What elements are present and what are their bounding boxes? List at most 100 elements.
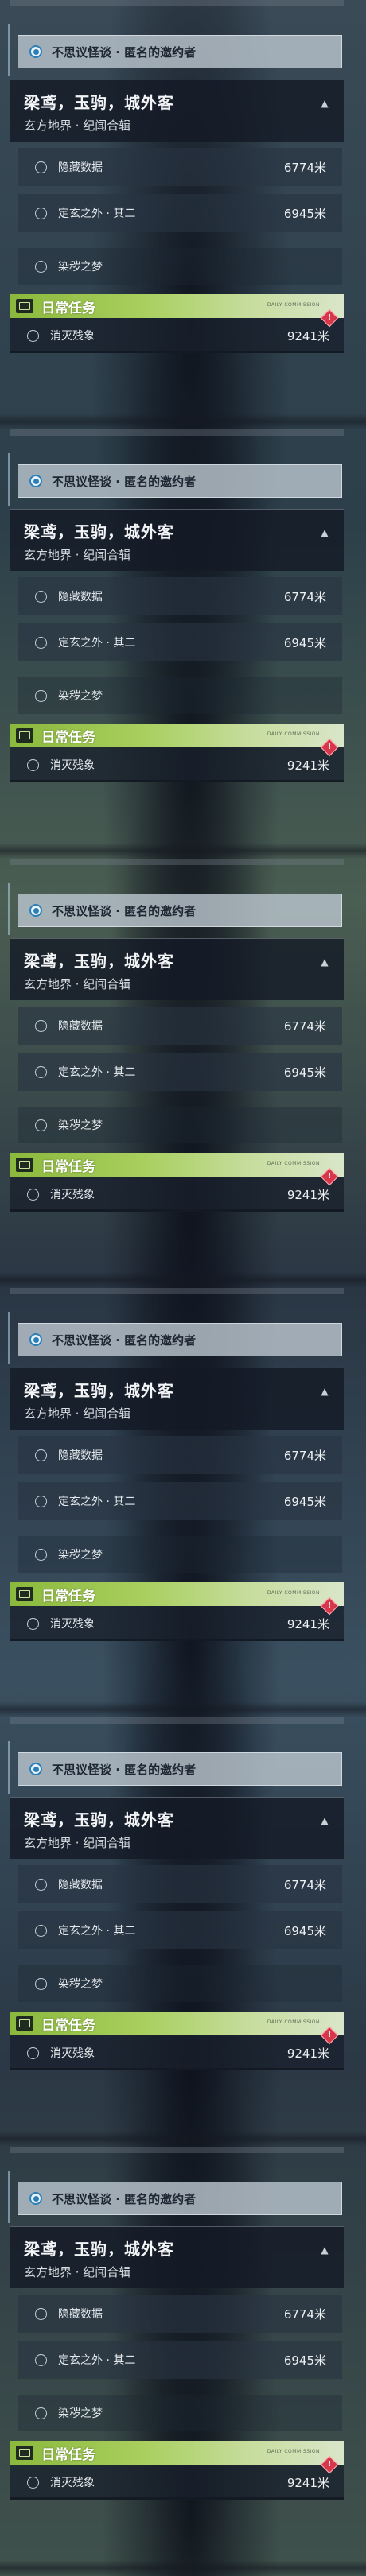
selected-quest-label: 不思议怪谈 · 匿名的邀约者 — [52, 1333, 197, 1348]
radio-empty-icon — [35, 1977, 47, 1990]
selected-quest-label: 不思议怪谈 · 匿名的邀约者 — [52, 474, 197, 489]
subquest-distance: 6945米 — [283, 1065, 326, 1080]
row-divider — [10, 2497, 344, 2500]
subquest-label: 隐藏数据 — [58, 161, 103, 174]
selected-quest-label: 不思议怪谈 · 匿名的邀约者 — [52, 2191, 197, 2206]
subquest-distance: 6774米 — [283, 160, 326, 175]
subquest-row[interactable]: 隐藏数据 6774米 — [18, 577, 342, 615]
daily-commission-header[interactable]: 日常任务 DAILY COMMISSION — [10, 294, 344, 318]
chevron-up-icon[interactable]: ▲ — [313, 2240, 336, 2260]
top-divider — [10, 1288, 344, 1294]
daily-quest-distance: 9241米 — [286, 2475, 329, 2490]
quest-chapter-header[interactable]: 梁鸢，玉驹，城外客 玄方地界 · 纪闻合辑 ▲ — [10, 509, 344, 571]
radio-empty-icon — [35, 2407, 47, 2419]
subquest-row[interactable]: 染秽之梦 — [18, 677, 342, 714]
selection-indicator-line — [8, 453, 10, 506]
subquest-row[interactable]: 定玄之外 · 其二 6945米 — [18, 1053, 342, 1091]
subquest-row[interactable]: 隐藏数据 6774米 — [18, 1865, 342, 1903]
subquest-label: 染秽之梦 — [58, 1119, 103, 1132]
chapter-title: 梁鸢，玉驹，城外客 — [24, 2240, 174, 2259]
selected-quest-row[interactable]: 不思议怪谈 · 匿名的邀约者 — [18, 1752, 342, 1786]
selected-quest-row[interactable]: 不思议怪谈 · 匿名的邀约者 — [18, 2182, 342, 2215]
selected-quest-row[interactable]: 不思议怪谈 · 匿名的邀约者 — [18, 894, 342, 927]
subquest-distance: 6945米 — [283, 1923, 326, 1938]
radio-empty-icon — [35, 1878, 47, 1891]
quest-chapter-header[interactable]: 梁鸢，玉驹，城外客 玄方地界 · 纪闻合辑 ▲ — [10, 2226, 344, 2288]
daily-quest-row[interactable]: 消灭残象 9241米 ! — [10, 2455, 344, 2500]
chevron-up-icon[interactable]: ▲ — [313, 1381, 336, 1402]
daily-quest-distance: 9241米 — [286, 1187, 329, 1202]
radio-empty-icon — [35, 1119, 47, 1131]
subquest-distance: 6774米 — [283, 1018, 326, 1034]
row-divider — [10, 1639, 344, 1641]
subquest-label: 隐藏数据 — [58, 1449, 103, 1462]
daily-quest-row[interactable]: 消灭残象 9241米 ! — [10, 738, 344, 782]
daily-quest-row[interactable]: 消灭残象 9241米 ! — [10, 2026, 344, 2070]
subquest-label: 染秽之梦 — [58, 261, 103, 274]
radio-empty-icon — [27, 2476, 39, 2489]
chevron-up-icon[interactable]: ▲ — [313, 952, 336, 972]
daily-quest-row[interactable]: 消灭残象 9241米 ! — [10, 308, 344, 353]
daily-tag: DAILY COMMISSION — [267, 1161, 320, 1166]
daily-quest-row[interactable]: 消灭残象 9241米 ! — [10, 1167, 344, 1212]
radio-empty-icon — [27, 2046, 39, 2059]
quest-chapter-header[interactable]: 梁鸢，玉驹，城外客 玄方地界 · 纪闻合辑 ▲ — [10, 938, 344, 1000]
subquest-label: 染秽之梦 — [58, 690, 103, 703]
quest-chapter-header[interactable]: 梁鸢，玉驹，城外客 玄方地界 · 纪闻合辑 ▲ — [10, 1797, 344, 1859]
chevron-up-icon[interactable]: ▲ — [313, 93, 336, 114]
daily-quest-row[interactable]: 消灭残象 9241米 ! — [10, 1596, 344, 1641]
subquest-row[interactable]: 定玄之外 · 其二 6945米 — [18, 194, 342, 232]
subquest-label: 隐藏数据 — [58, 1879, 103, 1891]
top-divider — [10, 859, 344, 865]
subquest-row[interactable]: 染秽之梦 — [18, 2395, 342, 2431]
row-divider — [10, 1209, 344, 1212]
subquest-row[interactable]: 染秽之梦 — [18, 1965, 342, 2002]
daily-commission-header[interactable]: 日常任务 DAILY COMMISSION — [10, 1153, 344, 1177]
radio-empty-icon — [27, 329, 39, 342]
daily-quest-distance: 9241米 — [286, 328, 329, 343]
subquest-row[interactable]: 隐藏数据 6774米 — [18, 148, 342, 186]
radio-empty-icon — [35, 207, 47, 219]
daily-quest-label: 消灭残象 — [50, 2047, 95, 2060]
subquest-row[interactable]: 定玄之外 · 其二 6945米 — [18, 1482, 342, 1520]
chevron-up-icon[interactable]: ▲ — [313, 1810, 336, 1831]
radio-empty-icon — [35, 636, 47, 649]
chapter-title: 梁鸢，玉驹，城外客 — [24, 1810, 174, 1829]
subquest-distance: 6945米 — [283, 635, 326, 650]
subquest-row[interactable]: 染秽之梦 — [18, 248, 342, 285]
chevron-up-icon[interactable]: ▲ — [313, 522, 336, 543]
subquest-label: 隐藏数据 — [58, 2308, 103, 2321]
subquest-row[interactable]: 定玄之外 · 其二 6945米 — [18, 623, 342, 661]
radio-empty-icon — [35, 161, 47, 173]
radio-selected-icon — [29, 1763, 42, 1775]
subquest-row[interactable]: 定玄之外 · 其二 6945米 — [18, 1911, 342, 1949]
daily-commission-header[interactable]: 日常任务 DAILY COMMISSION — [10, 724, 344, 747]
subquest-row[interactable]: 染秽之梦 — [18, 1536, 342, 1573]
quest-tracker-panel: 不思议怪谈 · 匿名的邀约者 梁鸢，玉驹，城外客 玄方地界 · 纪闻合辑 ▲ 隐… — [0, 429, 366, 859]
radio-empty-icon — [35, 1924, 47, 1937]
subquest-row[interactable]: 隐藏数据 6774米 — [18, 1007, 342, 1045]
quest-chapter-header[interactable]: 梁鸢，玉驹，城外客 玄方地界 · 纪闻合辑 ▲ — [10, 80, 344, 142]
subquest-label: 染秽之梦 — [58, 1549, 103, 1562]
book-icon — [16, 1587, 33, 1601]
selected-quest-row[interactable]: 不思议怪谈 · 匿名的邀约者 — [18, 464, 342, 498]
daily-commission-header[interactable]: 日常任务 DAILY COMMISSION — [10, 2441, 344, 2465]
book-icon — [16, 1158, 33, 1172]
subquest-row[interactable]: 定玄之外 · 其二 6945米 — [18, 2341, 342, 2379]
radio-empty-icon — [27, 758, 39, 771]
daily-commission-header[interactable]: 日常任务 DAILY COMMISSION — [10, 1582, 344, 1606]
selected-quest-row[interactable]: 不思议怪谈 · 匿名的邀约者 — [18, 1323, 342, 1356]
radio-empty-icon — [35, 689, 47, 702]
subquest-row[interactable]: 染秽之梦 — [18, 1107, 342, 1143]
subquest-row[interactable]: 隐藏数据 6774米 — [18, 1436, 342, 1474]
chapter-subtitle: 玄方地界 · 纪闻合辑 — [24, 2265, 131, 2279]
radio-empty-icon — [35, 1548, 47, 1561]
chapter-title: 梁鸢，玉驹，城外客 — [24, 952, 174, 971]
chapter-subtitle: 玄方地界 · 纪闻合辑 — [24, 548, 131, 562]
selected-quest-row[interactable]: 不思议怪谈 · 匿名的邀约者 — [18, 35, 342, 68]
daily-commission-header[interactable]: 日常任务 DAILY COMMISSION — [10, 2012, 344, 2035]
chapter-subtitle: 玄方地界 · 纪闻合辑 — [24, 1836, 131, 1850]
subquest-row[interactable]: 隐藏数据 6774米 — [18, 2295, 342, 2333]
quest-chapter-header[interactable]: 梁鸢，玉驹，城外客 玄方地界 · 纪闻合辑 ▲ — [10, 1368, 344, 1430]
daily-quest-label: 消灭残象 — [50, 1618, 95, 1631]
